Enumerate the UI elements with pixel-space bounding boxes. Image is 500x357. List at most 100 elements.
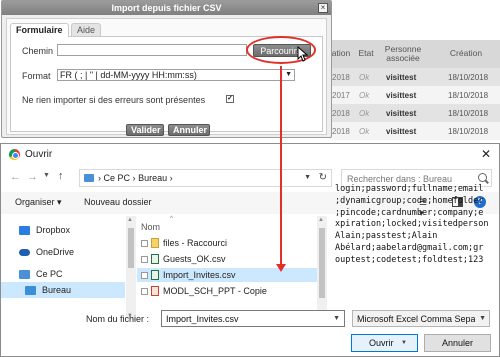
breadcrumb-bureau[interactable]: Bureau — [138, 173, 167, 183]
back-arrow-icon[interactable]: ← — [10, 171, 21, 183]
table-row[interactable]: 2018 Ok visittest 18/10/2018 — [330, 68, 500, 86]
scroll-up-icon[interactable]: ▲ — [127, 217, 133, 223]
cancel-button[interactable]: Annuler — [424, 334, 491, 352]
close-icon[interactable]: ✕ — [481, 147, 491, 161]
tab-aide[interactable]: Aide — [71, 23, 102, 37]
breadcrumb: › Ce PC › Bureau › — [98, 173, 173, 183]
chrome-icon — [9, 149, 20, 160]
sidebar-item-bureau[interactable]: Bureau — [1, 282, 125, 298]
annotation-arrow-line — [280, 66, 282, 266]
row-year: 2018 — [332, 72, 350, 82]
tab-formulaire[interactable]: Formulaire — [10, 23, 69, 37]
chevron-down-icon[interactable]: ▼ — [333, 315, 340, 322]
sidebar-item-onedrive[interactable]: OneDrive — [19, 244, 123, 260]
sidebar-item-label: Dropbox — [36, 225, 71, 235]
search-placeholder: Rechercher dans : Bureau — [347, 174, 453, 184]
up-arrow-icon[interactable]: ↑ — [58, 170, 64, 182]
file-preview-pane: login;password;fullname;email ;dynamicgro… — [335, 184, 491, 292]
chemin-label: Chemin — [22, 46, 54, 56]
column-header-ation[interactable]: ation — [330, 40, 352, 68]
row-year: 2018 — [332, 108, 350, 118]
sort-caret-icon: ^ — [170, 216, 173, 222]
preview-line: ;dynamicgroup;code;homefolder — [335, 195, 484, 206]
column-header-nom[interactable]: Nom — [141, 222, 160, 232]
column-header-personne[interactable]: Personne associée — [378, 40, 428, 68]
breadcrumb-separator: › — [169, 173, 173, 183]
errors-checkbox[interactable]: ✓ — [226, 95, 234, 103]
row-date: 18/10/2018 — [448, 90, 489, 100]
scroll-up-icon[interactable]: ▲ — [318, 217, 324, 223]
file-name: Guests_OK.csv — [163, 254, 226, 264]
refresh-icon[interactable]: ↻ — [319, 172, 327, 183]
row-status: Ok — [359, 108, 370, 118]
row-user: visittest — [386, 72, 417, 82]
scrollbar-thumb[interactable] — [128, 228, 134, 268]
dropbox-icon — [19, 225, 30, 235]
checkbox-label: Ne rien importer si des erreurs sont pré… — [22, 95, 206, 105]
list-item[interactable]: MODL_SCH_PPT - Copie — [137, 284, 317, 298]
file-name: files - Raccourci — [163, 238, 228, 248]
new-folder-button[interactable]: Nouveau dossier — [84, 197, 152, 207]
list-item[interactable]: files - Raccourci — [137, 236, 317, 250]
chevron-down-icon[interactable]: ▼ — [401, 340, 407, 346]
cloud-icon — [19, 248, 30, 256]
chevron-down-icon[interactable]: ▼ — [43, 172, 50, 179]
sidebar-item-dropbox[interactable]: Dropbox — [19, 222, 123, 238]
column-header-etat[interactable]: Etat — [354, 40, 378, 68]
chemin-input[interactable] — [57, 44, 247, 56]
chevron-down-icon[interactable]: ▼ — [304, 174, 311, 181]
filetype-select[interactable]: Microsoft Excel Comma Separa ▼ — [352, 310, 490, 327]
table-row[interactable]: 2018 Ok visittest 18/10/2018 — [330, 122, 500, 140]
navigation-pane: Dropbox OneDrive Ce PC Bureau — [1, 216, 126, 320]
row-user: visittest — [386, 90, 417, 100]
file-name: MODL_SCH_PPT - Copie — [163, 286, 267, 296]
format-label: Format — [22, 71, 51, 81]
address-bar[interactable]: › Ce PC › Bureau › ▼ ↻ — [79, 169, 332, 187]
column-header-creation[interactable]: Création — [436, 40, 496, 68]
desktop-folder-icon — [25, 285, 36, 295]
item-checkbox[interactable] — [141, 271, 148, 279]
preview-line: ouptest;codetest;foldtest;123 — [335, 254, 484, 265]
import-close-button[interactable]: × — [318, 3, 328, 13]
scrollbar-thumb[interactable] — [319, 228, 325, 298]
chevron-down-icon: ▼ — [479, 315, 486, 322]
file-dialog-titlebar[interactable]: Ouvrir ✕ — [1, 144, 499, 164]
organiser-button[interactable]: Organiser ▾ — [15, 197, 62, 208]
preview-line: Abélard;aabelard@gmail.com;gr — [335, 242, 484, 253]
table-row[interactable]: 2017 Ok visittest 18/10/2018 — [330, 86, 500, 104]
row-date: 18/10/2018 — [448, 72, 489, 82]
row-user: visittest — [386, 126, 417, 136]
import-dialog-title[interactable]: Import depuis fichier CSV — [2, 1, 331, 15]
row-year: 2018 — [332, 126, 350, 136]
import-dialog: Import depuis fichier CSV × Formulaire A… — [1, 0, 332, 138]
breadcrumb-separator: › — [132, 173, 136, 183]
row-status: Ok — [359, 90, 370, 100]
list-item-selected[interactable]: Import_Invites.csv — [137, 268, 317, 282]
annotation-arrow-head — [276, 264, 286, 272]
valider-button[interactable]: Valider — [126, 124, 164, 136]
nav-scrollbar[interactable]: ▲ ▼ — [126, 216, 136, 320]
item-checkbox[interactable] — [141, 239, 148, 247]
table-header: ation Etat Personne associée Création — [330, 40, 500, 68]
forward-arrow-icon[interactable]: → — [27, 171, 38, 183]
row-date: 18/10/2018 — [448, 126, 489, 136]
breadcrumb-ce-pc[interactable]: Ce PC — [104, 173, 131, 183]
sidebar-item-ce-pc[interactable]: Ce PC — [19, 266, 123, 282]
table-row[interactable]: 2018 Ok visittest 18/10/2018 — [330, 104, 500, 122]
shortcut-folder-icon — [151, 238, 159, 248]
preview-line: ;pincode;cardnumber;company;e — [335, 207, 484, 218]
filetype-value: Microsoft Excel Comma Separa — [357, 314, 475, 324]
list-item[interactable]: Guests_OK.csv — [137, 252, 317, 266]
annuler-button[interactable]: Annuler — [168, 124, 210, 136]
format-select[interactable]: FR ( ; | " | dd-MM-yyyy HH:mm:ss) ▼ — [57, 69, 295, 81]
search-icon — [478, 173, 487, 182]
filename-input[interactable]: Import_Invites.csv ▼ — [161, 310, 345, 327]
item-checkbox[interactable] — [141, 255, 148, 263]
item-checkbox[interactable] — [141, 287, 148, 295]
file-list-scrollbar[interactable]: ▲ ▼ — [317, 216, 327, 320]
open-button[interactable]: Ouvrir ▼ — [351, 334, 418, 352]
sidebar-item-label: Ce PC — [36, 269, 63, 279]
breadcrumb-separator: › — [98, 173, 101, 183]
preview-line: Alain;passtest;Alain — [335, 231, 438, 242]
preview-line: login;password;fullname;email — [335, 184, 484, 194]
